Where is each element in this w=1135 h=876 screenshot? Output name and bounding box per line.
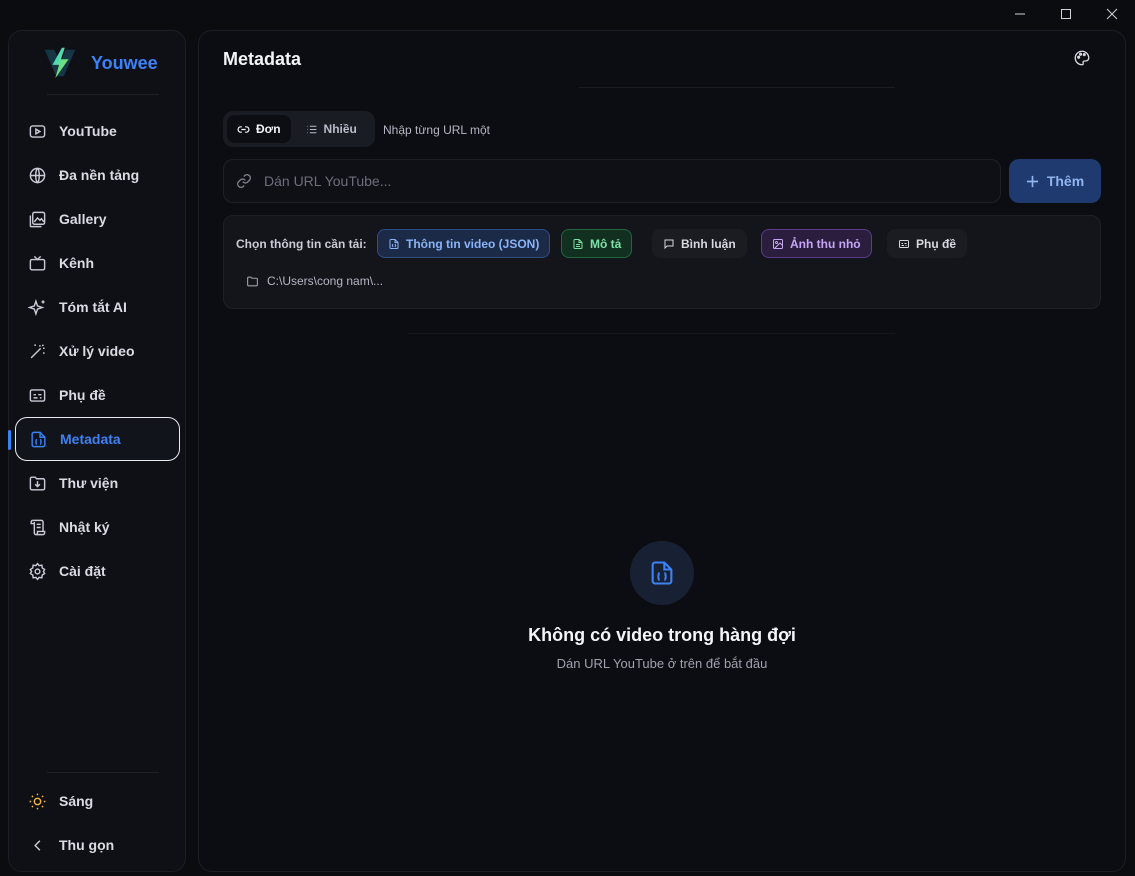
sidebar-item-label: Đa nền tảng (59, 167, 140, 183)
divider (407, 333, 895, 334)
link-icon (237, 174, 251, 188)
empty-state-title: Không có video trong hàng đợi (528, 625, 796, 645)
sidebar-item-label: Cài đặt (59, 563, 106, 579)
url-input[interactable] (264, 173, 1000, 189)
option-description-chip[interactable]: Mô tả (561, 229, 633, 258)
folder-icon (247, 276, 258, 286)
gallery-icon (27, 209, 47, 229)
option-comments-chip[interactable]: Bình luận (652, 229, 747, 258)
tv-icon (27, 253, 47, 273)
sidebar-item-video-processing[interactable]: Xử lý video (15, 329, 180, 373)
option-description-label: Mô tả (590, 236, 622, 251)
sidebar-item-label: Tóm tắt AI (59, 299, 127, 315)
sparkles-icon (27, 297, 47, 317)
palette-icon (1074, 50, 1090, 66)
option-subtitles-chip[interactable]: Phụ đề (887, 229, 968, 258)
active-indicator (8, 430, 11, 450)
sidebar-item-label: Kênh (59, 255, 94, 271)
collapse-sidebar-button[interactable]: Thu gọn (15, 823, 180, 867)
sidebar-item-ai-summary[interactable]: Tóm tắt AI (15, 285, 180, 329)
sidebar-item-library[interactable]: Thư viện (15, 461, 180, 505)
maximize-icon (1061, 9, 1071, 19)
sidebar-item-log[interactable]: Nhật ký (15, 505, 180, 549)
close-icon (1106, 8, 1118, 20)
divider (47, 772, 159, 773)
magic-wand-icon (27, 341, 47, 361)
mode-single-button[interactable]: Đơn (227, 115, 291, 143)
plus-icon (1026, 175, 1038, 187)
sidebar-footer: Sáng Thu gọn (15, 779, 180, 867)
input-mode-toggle: Đơn Nhiều (223, 111, 375, 147)
sidebar-item-label: Metadata (60, 431, 121, 447)
list-icon (306, 125, 316, 133)
chevron-left-icon (27, 835, 47, 855)
page-title: Metadata (223, 49, 302, 69)
add-button[interactable]: Thêm (1009, 159, 1101, 203)
option-thumbnail-label: Ảnh thu nhỏ (790, 236, 861, 251)
download-options-panel: Chọn thông tin cần tải: Thông tin video … (223, 215, 1101, 309)
sidebar-item-metadata[interactable]: Metadata (8, 417, 180, 461)
sidebar-item-gallery[interactable]: Gallery (15, 197, 180, 241)
output-folder-path: C:\Users\cong nam\... (267, 274, 384, 288)
file-json-icon (630, 541, 694, 605)
sidebar-nav: YouTube Đa nền tảng Gallery Kênh Tóm tắt… (8, 109, 180, 593)
sidebar-item-channel[interactable]: Kênh (15, 241, 180, 285)
option-comments-label: Bình luận (681, 236, 736, 251)
mode-single-label: Đơn (256, 122, 281, 136)
theme-toggle[interactable]: Sáng (15, 779, 180, 823)
add-button-label: Thêm (1046, 173, 1085, 189)
sidebar-item-label: Thư viện (59, 475, 119, 491)
theme-palette-button[interactable] (1073, 49, 1093, 69)
divider (47, 94, 159, 95)
file-text-icon (573, 238, 583, 249)
minimize-icon (1015, 13, 1025, 15)
output-folder-button[interactable]: C:\Users\cong nam\... (246, 274, 383, 288)
link-icon (237, 125, 250, 133)
main-panel: Metadata Đơn Nhiều Nhập từng URL một Thê… (198, 30, 1126, 872)
download-folder-icon (27, 473, 47, 493)
option-json-chip[interactable]: Thông tin video (JSON) (377, 229, 551, 258)
message-icon (664, 239, 674, 249)
captions-icon (27, 385, 47, 405)
divider (579, 87, 895, 88)
mode-hint: Nhập từng URL một (383, 123, 490, 137)
app-name: Youwee (91, 52, 158, 73)
captions-icon (899, 239, 909, 248)
options-label: Chọn thông tin cần tải: (236, 237, 367, 251)
image-icon (773, 238, 783, 249)
sidebar-item-label: YouTube (59, 123, 117, 139)
window-controls (997, 0, 1135, 28)
gear-icon (27, 561, 47, 581)
collapse-label: Thu gọn (59, 837, 115, 853)
app-logo-icon (44, 47, 76, 79)
sidebar-item-youtube[interactable]: YouTube (15, 109, 180, 153)
file-json-icon (28, 429, 48, 449)
mode-multi-button[interactable]: Nhiều (295, 115, 367, 143)
url-input-container (223, 159, 1001, 203)
sidebar-item-subtitles[interactable]: Phụ đề (15, 373, 180, 417)
empty-state: Không có video trong hàng đợi Dán URL Yo… (199, 541, 1125, 671)
option-json-label: Thông tin video (JSON) (406, 236, 540, 251)
scroll-icon (27, 517, 47, 537)
minimize-button[interactable] (997, 0, 1043, 28)
close-button[interactable] (1089, 0, 1135, 28)
sidebar-item-label: Phụ đề (59, 387, 106, 403)
option-subtitles-label: Phụ đề (916, 236, 957, 251)
option-thumbnail-chip[interactable]: Ảnh thu nhỏ (761, 229, 872, 258)
empty-state-subtitle: Dán URL YouTube ở trên để bắt đầu (556, 656, 768, 671)
sidebar-item-label: Nhật ký (59, 519, 110, 535)
mode-multi-label: Nhiều (323, 122, 357, 136)
sidebar: Youwee YouTube Đa nền tảng Gallery Kênh … (8, 30, 186, 872)
brand[interactable]: Youwee (41, 43, 158, 83)
sidebar-item-label: Xử lý video (59, 343, 135, 359)
sidebar-item-multi-platform[interactable]: Đa nền tảng (15, 153, 180, 197)
sidebar-item-label: Gallery (59, 211, 107, 227)
globe-icon (27, 165, 47, 185)
theme-label: Sáng (59, 793, 94, 809)
maximize-button[interactable] (1043, 0, 1089, 28)
sun-icon (27, 791, 47, 811)
play-square-icon (27, 121, 47, 141)
file-json-icon (389, 238, 399, 249)
sidebar-item-settings[interactable]: Cài đặt (15, 549, 180, 593)
